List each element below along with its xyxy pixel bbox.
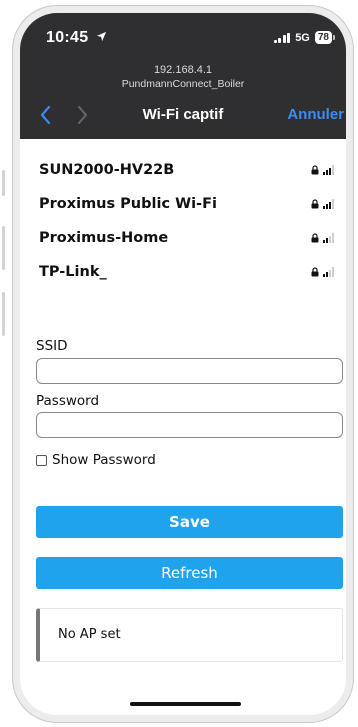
status-time: 10:45 bbox=[46, 29, 107, 47]
phone-volume-up-button bbox=[2, 226, 5, 270]
cellular-signal-icon bbox=[273, 32, 291, 43]
refresh-button-label: Refresh bbox=[161, 564, 218, 582]
portal-content: SUN2000-HV22B Proximus Public Wi-Fi Prox… bbox=[20, 139, 346, 715]
wifi-signal-icon bbox=[323, 199, 334, 209]
network-name: SUN2000-HV22B bbox=[39, 162, 175, 178]
network-indicators bbox=[311, 199, 334, 209]
password-label: Password bbox=[36, 393, 100, 409]
home-indicator[interactable] bbox=[130, 702, 241, 706]
navigation-bar: Wi-Fi captif Annuler bbox=[20, 102, 346, 128]
ssid-label: SSID bbox=[36, 338, 68, 354]
phone-action-button bbox=[2, 170, 5, 196]
phone-volume-down-button bbox=[2, 292, 5, 336]
network-list-item[interactable]: SUN2000-HV22B bbox=[39, 159, 334, 181]
show-password-row: Show Password bbox=[36, 452, 156, 468]
lock-icon bbox=[311, 165, 319, 175]
network-list-item[interactable]: TP-Link_ bbox=[39, 261, 334, 283]
battery-level: 78 bbox=[317, 32, 329, 43]
status-message-box: No AP set bbox=[36, 608, 343, 662]
network-name: Proximus-Home bbox=[39, 230, 169, 246]
show-password-label: Show Password bbox=[52, 452, 156, 468]
status-indicators: 5G 78 bbox=[273, 31, 336, 44]
battery-icon: 78 bbox=[314, 31, 336, 44]
network-name: TP-Link_ bbox=[39, 264, 107, 280]
phone-frame: 10:45 5G 78 192.168.4.1 PundmannConnect_… bbox=[13, 6, 353, 722]
show-password-checkbox[interactable] bbox=[36, 454, 47, 466]
wifi-signal-icon bbox=[323, 267, 334, 277]
network-indicators bbox=[311, 165, 334, 175]
wifi-signal-icon bbox=[323, 165, 334, 175]
ssid-input[interactable] bbox=[36, 358, 343, 384]
password-input[interactable] bbox=[36, 412, 343, 438]
network-indicators bbox=[311, 233, 334, 243]
network-type: 5G bbox=[295, 31, 310, 44]
lock-icon bbox=[311, 233, 319, 243]
location-arrow-icon bbox=[97, 31, 107, 42]
browser-header: 10:45 5G 78 192.168.4.1 PundmannConnect_… bbox=[20, 13, 346, 139]
status-message: No AP set bbox=[58, 627, 121, 642]
cancel-button[interactable]: Annuler bbox=[287, 106, 344, 123]
lock-icon bbox=[311, 199, 319, 209]
status-time-text: 10:45 bbox=[46, 29, 89, 46]
network-list-item[interactable]: Proximus Public Wi-Fi bbox=[39, 193, 334, 215]
page-host: 192.168.4.1 bbox=[153, 64, 213, 76]
save-button-label: Save bbox=[169, 513, 210, 531]
page-subtitle: PundmannConnect_Boiler bbox=[121, 78, 245, 90]
lock-icon bbox=[311, 267, 319, 277]
network-name: Proximus Public Wi-Fi bbox=[39, 196, 217, 212]
refresh-button[interactable]: Refresh bbox=[36, 557, 343, 589]
network-indicators bbox=[311, 267, 334, 277]
network-list-item[interactable]: Proximus-Home bbox=[39, 227, 334, 249]
save-button[interactable]: Save bbox=[36, 506, 343, 538]
wifi-signal-icon bbox=[323, 233, 334, 243]
